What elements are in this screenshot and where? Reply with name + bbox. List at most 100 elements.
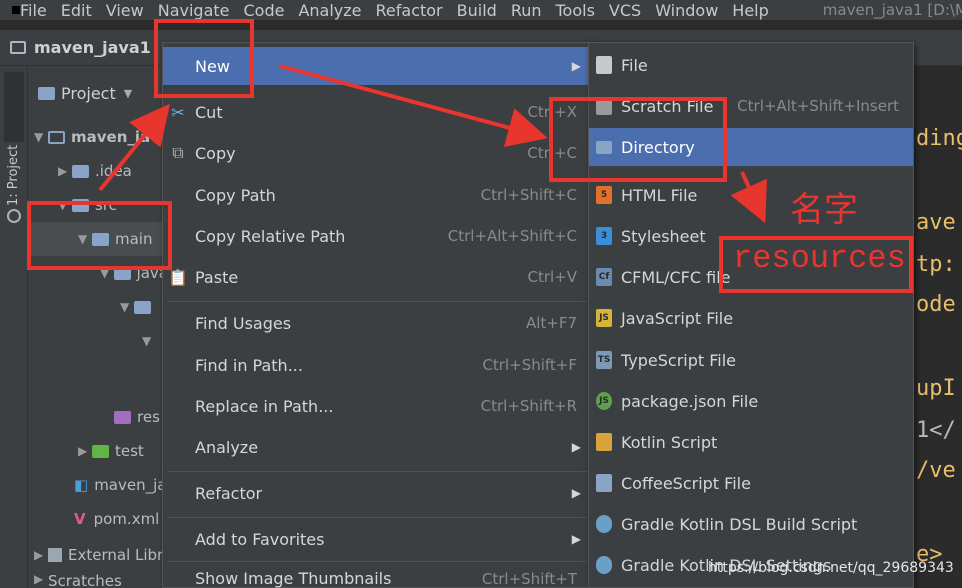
chevron-right-icon[interactable]: ▶ (34, 572, 48, 586)
kotlin-script-icon (596, 433, 612, 451)
menu-item-refactor[interactable]: Refactor ▶ (163, 474, 591, 512)
menu-item-copy[interactable]: ⧉ Copy Ctrl+C (163, 134, 591, 172)
menu-item-label: Gradle Kotlin DSL Build Script (621, 514, 858, 534)
tree-item-scratches[interactable]: ▶ Scratches (34, 572, 168, 588)
code-line: ding (916, 126, 962, 151)
submenu-item-file[interactable]: File (589, 46, 913, 84)
menu-view[interactable]: View (106, 1, 144, 20)
submenu-item-typescript-file[interactable]: TS TypeScript File (589, 341, 913, 379)
submenu-item-package-json[interactable]: JS package.json File (589, 382, 913, 420)
menu-tools[interactable]: Tools (556, 1, 595, 20)
menu-item-copy-path[interactable]: Copy Path Ctrl+Shift+C (163, 176, 591, 214)
menu-item-replace-in-path[interactable]: Replace in Path... Ctrl+Shift+R (163, 387, 591, 425)
test-folder-icon (92, 444, 109, 458)
project-tool-tab[interactable] (4, 72, 24, 142)
left-tool-strip: 1: Project (0, 66, 28, 588)
menu-vcs[interactable]: VCS (609, 1, 641, 20)
annotation-name-label: 名字 (790, 190, 858, 230)
chevron-down-icon[interactable]: ▼ (142, 334, 156, 348)
menu-separator (167, 471, 587, 472)
nodejs-icon: JS (596, 392, 612, 410)
menu-refactor[interactable]: Refactor (376, 1, 443, 20)
tree-item-idea[interactable]: ▶ .idea (58, 154, 168, 188)
shortcut-label: Alt+F7 (525, 314, 577, 332)
annotation-box-new (154, 19, 254, 98)
library-icon (48, 548, 62, 562)
css-file-icon: 3 (596, 227, 612, 245)
scissors-icon: ✂ (171, 102, 185, 122)
menu-window[interactable]: Window (655, 1, 718, 20)
menu-item-label: HTML File (621, 185, 698, 205)
tree-item-iml[interactable]: ◧ maven_ja (74, 468, 168, 502)
menu-item-label: Copy Relative Path (195, 226, 346, 246)
tree-item-pom[interactable]: V pom.xml (74, 502, 168, 536)
resources-folder-icon (114, 410, 131, 424)
shortcut-label: Ctrl+Shift+T (481, 570, 577, 588)
submenu-item-kotlin-script[interactable]: Kotlin Script (589, 423, 913, 461)
tree-item-resources[interactable]: res (114, 400, 168, 434)
menu-analyze[interactable]: Analyze (298, 1, 361, 20)
tree-item-label: .idea (95, 162, 132, 180)
menu-run[interactable]: Run (511, 1, 542, 20)
gradle-icon (596, 515, 612, 533)
chevron-down-icon[interactable]: ▼ (120, 300, 134, 314)
structure-icon[interactable] (7, 209, 21, 223)
chevron-right-icon[interactable]: ▶ (58, 164, 72, 178)
copy-icon: ⧉ (172, 143, 184, 162)
submenu-item-javascript-file[interactable]: JS JavaScript File (589, 299, 913, 337)
chevron-right-icon[interactable]: ▶ (78, 444, 92, 458)
menu-item-label: CoffeeScript File (621, 473, 751, 493)
file-icon (596, 56, 612, 74)
tree-item-label: test (115, 442, 144, 460)
menu-item-find-in-path[interactable]: Find in Path... Ctrl+Shift+F (163, 346, 591, 384)
menu-navigate[interactable]: Navigate (158, 1, 230, 20)
code-line: ave (916, 210, 956, 235)
tree-item-root[interactable]: ▼ maven_jav (34, 120, 168, 154)
code-line: /ve (916, 458, 956, 483)
shortcut-label: Ctrl+Shift+F (482, 356, 577, 374)
menu-item-cut[interactable]: ✂ Cut Ctrl+X (163, 93, 591, 131)
tree-item-external-libraries[interactable]: ▶ External Libr (34, 538, 168, 572)
tree-item-label: res (137, 408, 160, 426)
shortcut-label: Ctrl+Shift+R (480, 397, 577, 415)
chevron-right-icon[interactable]: ▶ (34, 548, 48, 562)
folder-icon (48, 130, 65, 144)
project-panel: Project ▼ ▼ maven_jav ▶ .idea ▼ src ▼ ma… (28, 66, 168, 588)
project-folder-icon (10, 41, 26, 54)
menu-item-label: Find in Path... (195, 355, 303, 375)
code-editor[interactable]: ding ave tp: ode upI 1</ /ve e> (914, 66, 962, 588)
menu-item-find-usages[interactable]: Find Usages Alt+F7 (163, 304, 591, 342)
chevron-down-icon[interactable]: ▼ (34, 130, 48, 144)
menu-file[interactable]: File (20, 1, 47, 20)
menu-item-paste[interactable]: 📋 Paste Ctrl+V (163, 258, 591, 296)
menu-build[interactable]: Build (457, 1, 497, 20)
coffeescript-file-icon (596, 474, 612, 492)
project-tool-label[interactable]: 1: Project (6, 145, 21, 206)
submenu-item-coffeescript-file[interactable]: CoffeeScript File (589, 464, 913, 502)
tree-item-test[interactable]: ▶ test (78, 434, 168, 468)
tree-item-package[interactable]: ▼ (120, 290, 168, 324)
breadcrumb-project[interactable]: maven_java1 (34, 38, 151, 57)
gradle-icon (596, 556, 612, 574)
annotation-box-main (27, 201, 172, 270)
menu-item-show-image-thumbnails[interactable]: Show Image Thumbnails Ctrl+Shift+T (163, 562, 591, 588)
menu-item-analyze[interactable]: Analyze ▶ (163, 428, 591, 466)
submenu-arrow-icon: ▶ (571, 532, 581, 546)
code-line: 1</ (916, 418, 956, 443)
menu-help[interactable]: Help (732, 1, 768, 20)
menu-item-copy-relative-path[interactable]: Copy Relative Path Ctrl+Alt+Shift+C (163, 217, 591, 255)
project-panel-header[interactable]: Project ▼ (28, 66, 168, 120)
menu-item-label: JavaScript File (621, 308, 734, 328)
menu-item-label: Cut (195, 102, 223, 122)
menu-edit[interactable]: Edit (61, 1, 92, 20)
tree-item-label: Scratches (48, 572, 122, 588)
window-title: maven_java1 [D:\My (822, 1, 962, 19)
chevron-down-icon[interactable]: ▼ (124, 87, 132, 100)
menu-code[interactable]: Code (244, 1, 285, 20)
cfml-file-icon: Cf (596, 268, 612, 286)
submenu-item-gradle-kotlin-build[interactable]: Gradle Kotlin DSL Build Script (589, 505, 913, 543)
menu-item-label: Replace in Path... (195, 396, 334, 416)
context-menu: New ▶ ✂ Cut Ctrl+X ⧉ Copy Ctrl+C Copy Pa… (162, 42, 592, 588)
shortcut-label: Ctrl+Alt+Shift+C (447, 227, 577, 245)
menu-item-add-to-favorites[interactable]: Add to Favorites ▶ (163, 520, 591, 558)
